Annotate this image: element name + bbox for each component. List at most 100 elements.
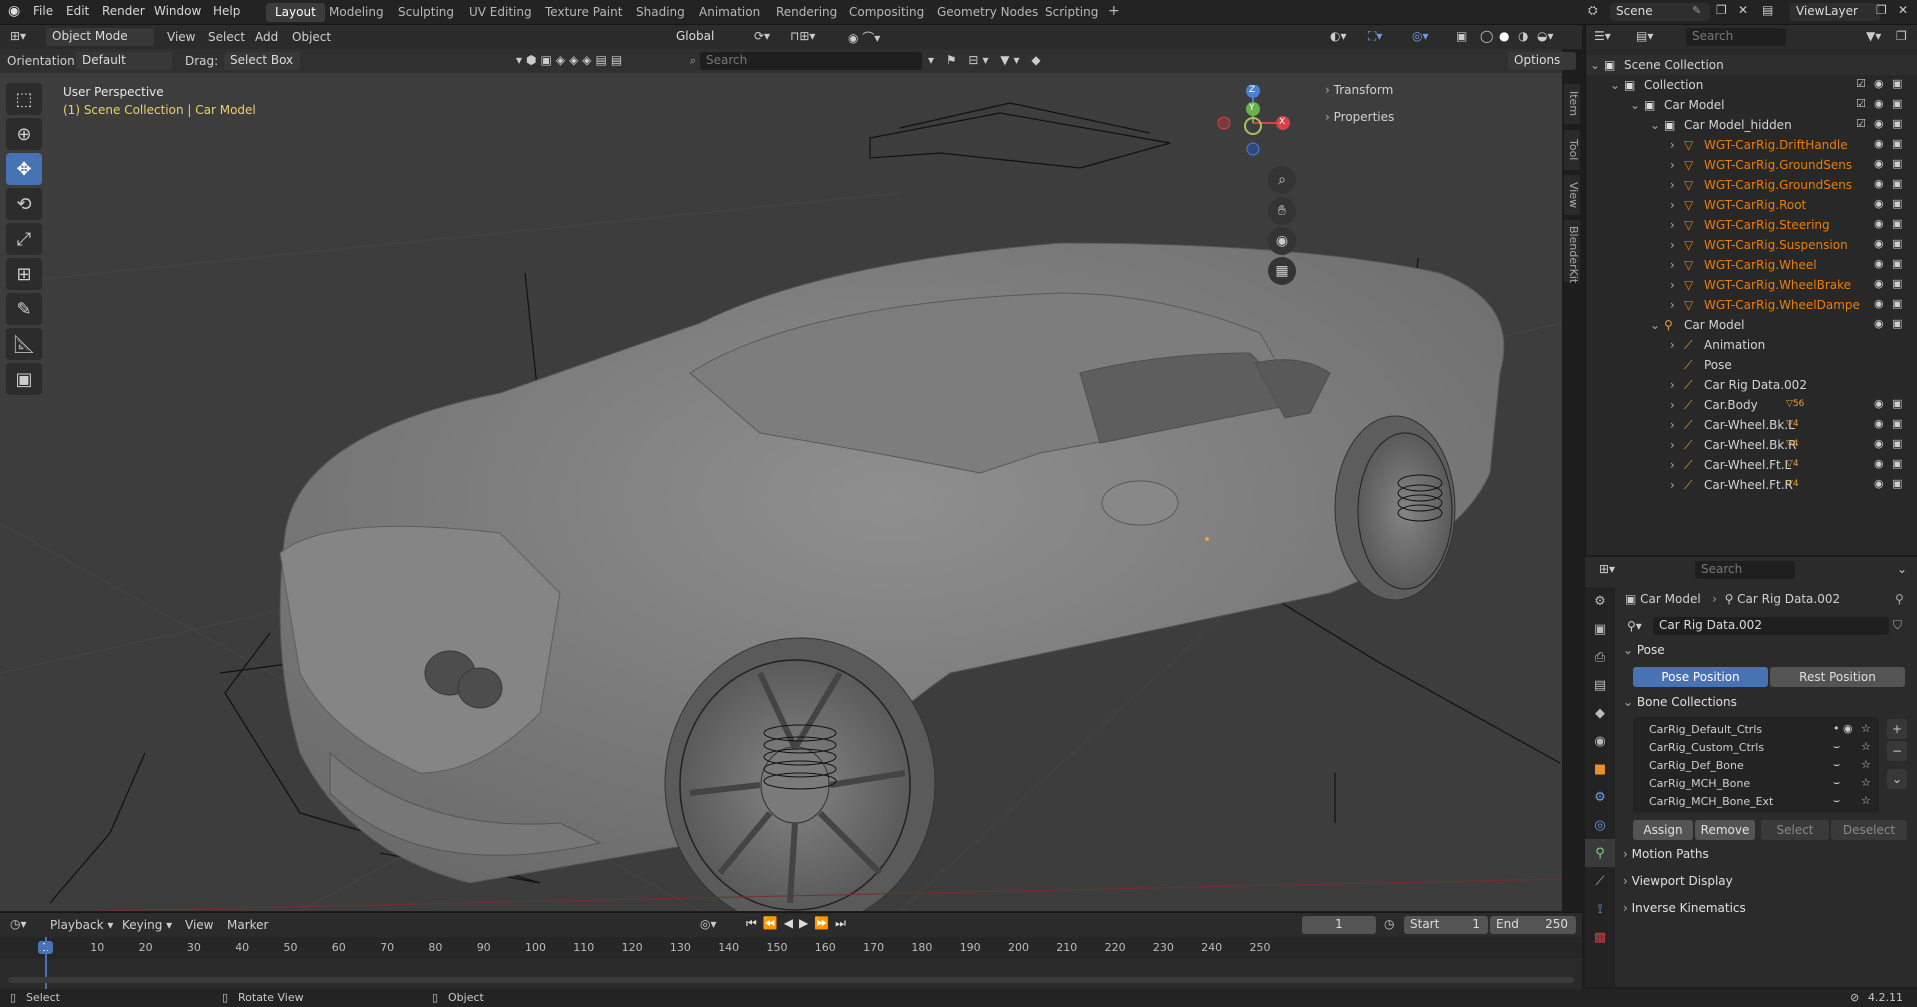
tab-compositing[interactable]: Compositing bbox=[840, 3, 933, 22]
pin-icon[interactable]: ✎ bbox=[1692, 4, 1701, 17]
tab-uv-editing[interactable]: UV Editing bbox=[460, 3, 541, 22]
pivot-icon[interactable]: ⟳▾ bbox=[754, 29, 770, 43]
render-camera-icon[interactable]: ▣ bbox=[1892, 437, 1906, 451]
zoom-icon[interactable]: ⌕ bbox=[1268, 166, 1296, 194]
outliner-item[interactable]: › ▽ WGT-CarRig.Steering ◉ ▣ bbox=[1586, 215, 1917, 235]
mode-selector[interactable]: Object Mode bbox=[46, 28, 154, 46]
exclude-checkbox-icon[interactable]: ☑ bbox=[1856, 77, 1870, 91]
render-camera-icon[interactable]: ▣ bbox=[1892, 317, 1906, 331]
bone-collection-item[interactable]: CarRig_MCH_Bone_Ext ⌣ ☆ bbox=[1633, 793, 1879, 811]
chevron-down-icon[interactable]: ⌄ bbox=[1610, 78, 1620, 92]
chevron-right-icon[interactable]: › bbox=[1670, 238, 1675, 252]
solo-star-icon[interactable]: ☆ bbox=[1861, 794, 1871, 807]
visibility-eye-icon[interactable]: ◉ bbox=[1874, 257, 1888, 271]
properties-search-input[interactable]: Search bbox=[1695, 561, 1795, 579]
scale-tool-icon[interactable]: ⤢ bbox=[6, 223, 42, 255]
chevron-right-icon[interactable]: › bbox=[1670, 418, 1675, 432]
add-bone-collection-button[interactable]: + bbox=[1887, 719, 1907, 739]
menu-select[interactable]: Select bbox=[208, 30, 245, 44]
chevron-right-icon[interactable]: › bbox=[1670, 398, 1675, 412]
armature-data-tab-icon[interactable]: ⚲ bbox=[1585, 839, 1615, 867]
solo-star-icon[interactable]: ☆ bbox=[1861, 758, 1871, 771]
hidden-eye-icon[interactable]: ⌣ bbox=[1833, 758, 1840, 772]
chevron-right-icon[interactable]: › bbox=[1670, 438, 1675, 452]
proportional-edit-icon[interactable]: ◉ ⌒▾ bbox=[848, 29, 880, 46]
world-tab-icon[interactable]: ◉ bbox=[1585, 727, 1615, 755]
bone-collection-item[interactable]: CarRig_Def_Bone ⌣ ☆ bbox=[1633, 757, 1879, 775]
orientation-dropdown[interactable]: Default bbox=[76, 52, 172, 70]
render-camera-icon[interactable]: ▣ bbox=[1892, 297, 1906, 311]
transform-tool-icon[interactable]: ⊞ bbox=[6, 258, 42, 290]
sidetab-view[interactable]: View bbox=[1564, 175, 1580, 215]
drag-dropdown[interactable]: Select Box bbox=[224, 52, 300, 70]
viewport-display-panel-header[interactable]: › Viewport Display bbox=[1623, 874, 1913, 896]
new-collection-icon[interactable]: ❐ bbox=[1896, 29, 1907, 43]
visibility-eye-icon[interactable]: ◉ bbox=[1874, 297, 1888, 311]
blender-logo-icon[interactable]: ◉ bbox=[8, 3, 20, 19]
solo-star-icon[interactable]: ☆ bbox=[1861, 776, 1871, 789]
visibility-eye-icon[interactable]: ◉ bbox=[1874, 157, 1888, 171]
outliner-item[interactable]: › ⟋ Car Rig Data.002 bbox=[1586, 375, 1917, 395]
menu-render[interactable]: Render bbox=[102, 4, 145, 18]
visibility-eye-icon[interactable]: ◉ bbox=[1874, 177, 1888, 191]
menu-object[interactable]: Object bbox=[292, 30, 331, 44]
render-camera-icon[interactable]: ▣ bbox=[1892, 117, 1906, 131]
tool-tab-icon[interactable]: ⚙ bbox=[1585, 587, 1615, 615]
fake-user-shield-icon[interactable]: ⛉ bbox=[1893, 618, 1902, 633]
exclude-checkbox-icon[interactable]: ☑ bbox=[1856, 117, 1870, 131]
tab-rendering[interactable]: Rendering bbox=[767, 3, 846, 22]
gizmo-toggle-icon[interactable]: ⛶▾ bbox=[1368, 29, 1382, 44]
chevron-right-icon[interactable]: › bbox=[1670, 298, 1675, 312]
visibility-eye-icon[interactable]: ◉ bbox=[1874, 437, 1888, 451]
visibility-eye-icon[interactable]: ◉ bbox=[1874, 417, 1888, 431]
outliner-item[interactable]: › ▽ WGT-CarRig.WheelBrake ◉ ▣ bbox=[1586, 275, 1917, 295]
menu-file[interactable]: File bbox=[33, 4, 53, 18]
new-viewlayer-icon[interactable]: ❐ bbox=[1876, 3, 1887, 17]
visibility-eye-icon[interactable]: ◉ bbox=[1874, 237, 1888, 251]
bone-collection-item[interactable]: CarRig_Custom_Ctrls ⌣ ☆ bbox=[1633, 739, 1879, 757]
npanel-properties[interactable]: › Properties bbox=[1325, 110, 1394, 124]
new-scene-icon[interactable]: ❐ bbox=[1716, 3, 1727, 17]
deselect-button[interactable]: Deselect bbox=[1831, 820, 1907, 840]
assign-button[interactable]: Assign bbox=[1633, 820, 1693, 840]
view-layer-tab-icon[interactable]: ▤ bbox=[1585, 671, 1615, 699]
bone-collection-specials-button[interactable]: ⌄ bbox=[1887, 769, 1907, 789]
sidetab-item[interactable]: Item bbox=[1564, 84, 1580, 124]
outliner-item[interactable]: › ▽ WGT-CarRig.Wheel ◉ ▣ bbox=[1586, 255, 1917, 275]
tab-texture-paint[interactable]: Texture Paint bbox=[536, 3, 631, 22]
outliner-item[interactable]: › ⟋ Car-Wheel.Ft.R ▽4 ◉ ▣ bbox=[1586, 475, 1917, 495]
bone-tab-icon[interactable]: ⟋ bbox=[1585, 867, 1615, 895]
bone-collections-list[interactable]: CarRig_Default_Ctrls • ◉ ☆ CarRig_Custom_Ct… bbox=[1633, 717, 1879, 813]
menu-help[interactable]: Help bbox=[213, 4, 240, 18]
visibility-icon[interactable]: ◐▾ bbox=[1330, 29, 1347, 43]
rotate-tool-icon[interactable]: ⟲ bbox=[6, 188, 42, 220]
bone-collections-panel-header[interactable]: ⌄ Bone Collections bbox=[1623, 695, 1913, 717]
visibility-eye-icon[interactable]: ◉ bbox=[1874, 77, 1888, 91]
render-camera-icon[interactable]: ▣ bbox=[1892, 157, 1906, 171]
sidetab-tool[interactable]: Tool bbox=[1564, 130, 1580, 170]
render-camera-icon[interactable]: ▣ bbox=[1892, 217, 1906, 231]
outliner-item[interactable]: › ▽ WGT-CarRig.WheelDampe ◉ ▣ bbox=[1586, 295, 1917, 315]
viewlayer-icon[interactable]: ▤ bbox=[1762, 3, 1773, 17]
preview-range-clock-icon[interactable]: ◷ bbox=[1384, 917, 1394, 931]
visibility-eye-icon[interactable]: ◉ bbox=[1874, 317, 1888, 331]
options-dropdown[interactable]: Options bbox=[1508, 52, 1576, 70]
visibility-eye-icon[interactable]: ◉ bbox=[1874, 477, 1888, 491]
rendered-shading-icon[interactable]: ◒▾ bbox=[1537, 29, 1554, 43]
outliner-item[interactable]: ⌄ ▣ Scene Collection bbox=[1586, 55, 1917, 75]
tab-scripting[interactable]: Scripting bbox=[1036, 3, 1107, 22]
properties-editor-icon[interactable]: ⊞▾ bbox=[1599, 562, 1615, 576]
bookmark-icons[interactable]: ▾ ⚑ ⊟▾ ▼▾ ◆ bbox=[928, 53, 1045, 67]
outliner-item[interactable]: ⌄ ▣ Car Model_hidden ☑ ◉ ▣ bbox=[1586, 115, 1917, 135]
sidetab-blenderkit[interactable]: BlenderKit bbox=[1564, 220, 1580, 283]
add-cube-tool-icon[interactable]: ▣ bbox=[6, 363, 42, 395]
chevron-right-icon[interactable]: › bbox=[1670, 158, 1675, 172]
chevron-down-icon[interactable]: ⌄ bbox=[1650, 318, 1660, 332]
render-camera-icon[interactable]: ▣ bbox=[1892, 237, 1906, 251]
3d-viewport[interactable]: User Perspective (1) Scene Collection | … bbox=[0, 73, 1562, 911]
snap-icon[interactable]: ⊓⊞▾ bbox=[790, 29, 815, 43]
timeline-editor-icon[interactable]: ◷▾ bbox=[10, 917, 27, 931]
render-camera-icon[interactable]: ▣ bbox=[1892, 177, 1906, 191]
outliner-item[interactable]: › ▽ WGT-CarRig.GroundSens ◉ ▣ bbox=[1586, 155, 1917, 175]
visibility-eye-icon[interactable]: ◉ bbox=[1874, 197, 1888, 211]
